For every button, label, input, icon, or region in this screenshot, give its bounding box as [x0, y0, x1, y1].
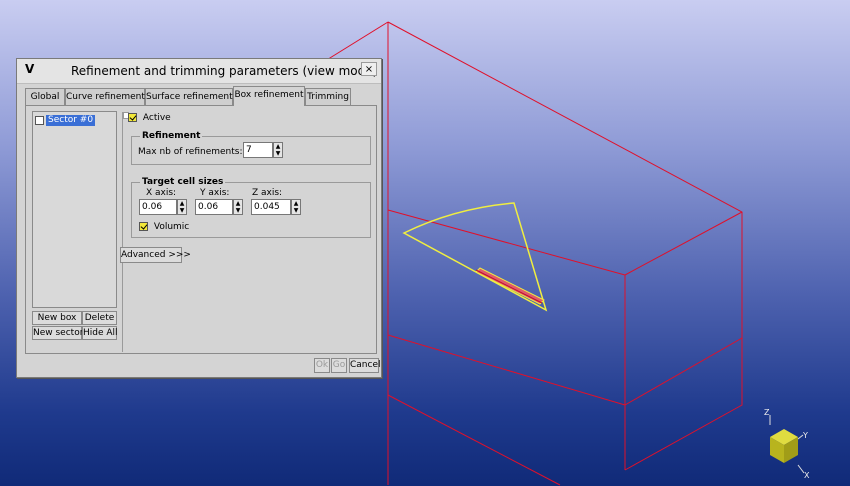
spin-up-icon[interactable]: ▲: [292, 200, 300, 207]
z-axis-stepper[interactable]: ▲▼: [251, 199, 301, 215]
axis-orientation-gizmo[interactable]: Z Y X: [760, 405, 830, 480]
max-refinements-arrows[interactable]: ▲ ▼: [273, 142, 283, 158]
volumic-row[interactable]: Volumic: [139, 222, 189, 232]
sector-list[interactable]: Sector #0: [32, 111, 117, 308]
target-cell-sizes-group: Target cell sizes X axis: Y axis: Z axis…: [131, 177, 371, 238]
spin-down-icon[interactable]: ▼: [178, 207, 186, 214]
spin-up-icon[interactable]: ▲: [234, 200, 242, 207]
max-refinements-stepper[interactable]: ▲▼: [243, 142, 285, 158]
sector-visibility-checkbox[interactable]: [35, 116, 44, 125]
panel-splitter[interactable]: [122, 112, 127, 352]
new-sector-button[interactable]: New sector: [32, 326, 83, 340]
refinement-dialog: V Refinement and trimming parameters (vi…: [16, 58, 382, 378]
x-axis-field-label: X axis:: [146, 188, 177, 198]
active-label: Active: [142, 113, 171, 123]
spin-down-icon[interactable]: ▼: [234, 207, 242, 214]
refinement-group: Refinement Max nb of refinements: ▲▼: [131, 131, 371, 165]
z-axis-arrows[interactable]: ▲ ▼: [291, 199, 301, 215]
volumic-checkbox[interactable]: [139, 222, 148, 231]
refinement-group-title: Refinement: [140, 131, 203, 141]
active-checkbox[interactable]: [128, 113, 137, 122]
z-axis-field-label: Z axis:: [252, 188, 283, 198]
spin-up-icon[interactable]: ▲: [178, 200, 186, 207]
gizmo-cube: [770, 429, 798, 463]
close-button[interactable]: ×: [361, 62, 377, 76]
advanced-button[interactable]: Advanced >>>: [120, 247, 191, 263]
tab-curve-refinement[interactable]: Curve refinement: [65, 88, 145, 105]
tab-trimming[interactable]: Trimming: [305, 88, 351, 105]
y-axis-field-label: Y axis:: [200, 188, 230, 198]
close-icon: ×: [364, 64, 374, 75]
tab-box-refinement[interactable]: Box refinement: [233, 86, 305, 106]
x-axis-input[interactable]: [139, 199, 177, 215]
spin-down-icon[interactable]: ▼: [292, 207, 300, 214]
y-axis-label: Y: [802, 431, 808, 440]
spin-down-icon[interactable]: ▼: [274, 150, 282, 157]
dialog-footer: Ok Go Cancel: [17, 355, 381, 377]
spin-up-icon[interactable]: ▲: [274, 143, 282, 150]
z-axis-label: Z: [764, 408, 770, 417]
list-item[interactable]: Sector #0: [35, 115, 96, 127]
cancel-button[interactable]: Cancel: [349, 358, 381, 373]
volumic-label: Volumic: [153, 222, 190, 232]
y-axis-stepper[interactable]: ▲▼: [195, 199, 243, 215]
hide-all-button[interactable]: Hide All: [82, 326, 118, 340]
box-refinement-panel: Sector #0 New box Delete New sector Hide…: [25, 105, 377, 354]
x-axis-stepper[interactable]: ▲▼: [139, 199, 187, 215]
dialog-titlebar[interactable]: V Refinement and trimming parameters (vi…: [17, 59, 381, 84]
app-icon: V: [25, 62, 35, 76]
y-axis-arrows[interactable]: ▲ ▼: [233, 199, 243, 215]
x-axis-label: X: [804, 471, 810, 480]
max-refinements-input[interactable]: [243, 142, 273, 158]
tab-surface-refinement[interactable]: Surface refinement: [145, 88, 233, 105]
delete-button[interactable]: Delete: [82, 311, 117, 325]
sector-refinement-shape: [402, 202, 548, 312]
active-row[interactable]: Active: [128, 113, 171, 123]
max-refinements-label: Max nb of refinements:: [138, 147, 243, 157]
z-axis-input[interactable]: [251, 199, 291, 215]
cell-sizes-group-title: Target cell sizes: [140, 177, 226, 187]
dialog-title: Refinement and trimming parameters (view…: [71, 64, 378, 78]
ok-button[interactable]: Ok: [314, 358, 330, 373]
tab-global[interactable]: Global: [25, 88, 65, 105]
y-axis-input[interactable]: [195, 199, 233, 215]
x-axis-arrows[interactable]: ▲ ▼: [177, 199, 187, 215]
go-button[interactable]: Go: [331, 358, 347, 373]
sector-item-label: Sector #0: [46, 115, 96, 126]
new-box-button[interactable]: New box: [32, 311, 82, 325]
